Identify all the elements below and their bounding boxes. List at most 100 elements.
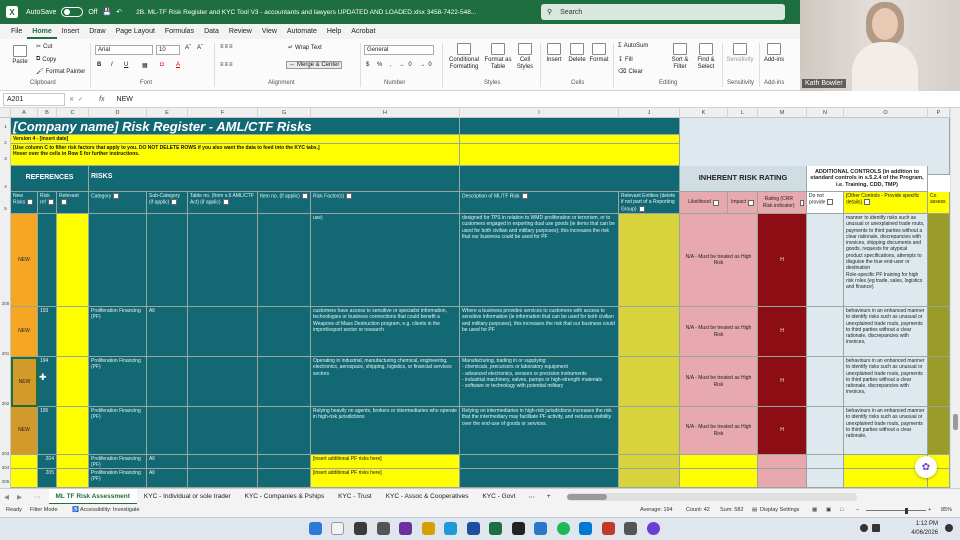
other-controls-cell[interactable]: behaviours in an enhanced manner to iden… xyxy=(844,407,928,455)
tab-view[interactable]: View xyxy=(257,24,282,39)
column-header[interactable]: G xyxy=(258,108,311,118)
relevant-cell[interactable] xyxy=(57,407,89,455)
scrollbar-thumb[interactable] xyxy=(953,414,958,430)
column-header[interactable]: L xyxy=(728,108,758,118)
borders-icon[interactable]: ▦ xyxy=(142,62,148,69)
edge-icon[interactable] xyxy=(444,522,457,535)
zoom-level[interactable]: 85% xyxy=(941,507,952,513)
category-cell[interactable] xyxy=(89,214,147,307)
column-header[interactable]: A xyxy=(11,108,38,118)
column-header[interactable]: I xyxy=(460,108,619,118)
inherent-rating-cell[interactable]: N/A - Must be treated as High Risk xyxy=(680,214,758,307)
tab-formulas[interactable]: Formulas xyxy=(160,24,199,39)
item-no-cell[interactable] xyxy=(258,357,311,407)
cancel-icon[interactable]: ✕ xyxy=(69,96,74,103)
select-all-corner[interactable] xyxy=(0,108,11,118)
column-header[interactable]: D xyxy=(89,108,147,118)
widgets-icon[interactable] xyxy=(377,522,390,535)
conditional-formatting-button[interactable]: Conditional Formatting xyxy=(446,43,482,71)
description-cell[interactable]: Where a business provides services to cu… xyxy=(460,307,619,357)
relevant-entities-cell[interactable] xyxy=(619,469,680,488)
col-header-risk-ref[interactable]: Risk ref xyxy=(38,192,57,214)
rating-cell[interactable] xyxy=(758,455,807,469)
col-header-likelihood[interactable]: Likelihood xyxy=(680,192,728,214)
rating-cell[interactable] xyxy=(758,469,807,488)
filter-dropdown-icon[interactable] xyxy=(27,199,34,206)
horizontal-scrollbar[interactable] xyxy=(566,492,857,501)
category-cell[interactable]: Proliferation Financing (PF) xyxy=(89,469,147,488)
sensitivity-button[interactable]: Sensitivity xyxy=(726,43,754,64)
new-flag[interactable] xyxy=(11,469,38,488)
col-header-new-risks[interactable]: New Risks xyxy=(11,192,38,214)
zoom-app-icon[interactable] xyxy=(647,522,660,535)
font-size-select[interactable]: 10 xyxy=(156,45,180,55)
currency-icon[interactable]: $ % , ←0 →0 xyxy=(366,62,435,68)
column-header[interactable]: E xyxy=(147,108,188,118)
relevant-cell[interactable] xyxy=(57,214,89,307)
sub-category-cell[interactable] xyxy=(147,357,188,407)
risk-factor-cell[interactable]: Relying heavily on agents, brokers or in… xyxy=(311,407,460,455)
filter-dropdown-icon[interactable] xyxy=(61,199,67,206)
number-format-select[interactable]: General xyxy=(364,45,434,55)
zoom-in-icon[interactable]: + xyxy=(928,507,931,513)
new-flag-selected[interactable]: NEW xyxy=(11,357,38,407)
font-color-button[interactable]: A xyxy=(176,62,180,68)
cell-styles-button[interactable]: Cell Styles xyxy=(514,43,536,71)
description-cell[interactable]: designed for TPS in relation to WMD prol… xyxy=(460,214,619,307)
col-header-risk-factors[interactable]: Risk Factor(s) xyxy=(311,192,460,214)
filter-dropdown-icon[interactable] xyxy=(712,199,719,206)
col-header-rating[interactable]: Rating (CRR Risk indicator) xyxy=(758,192,807,214)
inherent-rating-cell[interactable]: N/A - Must be treated as High Risk xyxy=(680,407,758,455)
merge-center-button[interactable]: ⇔ Merge & Center xyxy=(286,61,343,69)
risk-factor-cell[interactable]: [insert additional PF risks here] xyxy=(311,455,460,469)
insert-cells-button[interactable]: Insert xyxy=(544,43,564,64)
tab-data[interactable]: Data xyxy=(199,24,224,39)
filter-dropdown-icon[interactable] xyxy=(222,199,229,206)
cut-button[interactable]: ✂ Cut xyxy=(36,43,52,51)
filter-dropdown-icon[interactable] xyxy=(799,199,804,206)
column-header[interactable]: B xyxy=(38,108,57,118)
row-header[interactable]: 202 xyxy=(0,401,11,406)
description-cell[interactable]: Relying on intermediaries in high-risk j… xyxy=(460,407,619,455)
row-header[interactable]: 3 xyxy=(0,156,11,161)
status-accessibility[interactable]: Accessibility: Investigate xyxy=(80,507,140,513)
align-left-icon[interactable]: ≡≡≡ xyxy=(220,62,234,68)
rating-cell[interactable]: H xyxy=(758,214,807,307)
scrollbar-thumb[interactable] xyxy=(566,493,607,500)
co-assess-cell[interactable] xyxy=(928,307,950,357)
column-header[interactable]: O xyxy=(844,108,928,118)
risk-ref[interactable]: 195 xyxy=(38,407,57,455)
do-not-provide-cell[interactable] xyxy=(807,407,844,455)
item-no-cell[interactable] xyxy=(258,469,311,488)
table-no-cell[interactable] xyxy=(188,357,258,407)
fill-color-icon[interactable]: ◘ xyxy=(160,62,164,68)
description-cell[interactable]: Manufacturing, trading in or supplying: … xyxy=(460,357,619,407)
align-top-icon[interactable]: ≡≡≡ xyxy=(220,44,234,50)
new-flag[interactable] xyxy=(11,455,38,469)
row-header[interactable]: 201 xyxy=(0,351,11,356)
store-icon[interactable] xyxy=(579,522,592,535)
fill-button[interactable]: ↧ Fill xyxy=(618,56,633,64)
tab-automate[interactable]: Automate xyxy=(282,24,322,39)
tab-review[interactable]: Review xyxy=(224,24,257,39)
name-box[interactable]: A201 xyxy=(3,92,65,106)
filter-dropdown-icon[interactable] xyxy=(748,199,754,206)
filter-dropdown-icon[interactable] xyxy=(47,199,54,206)
add-ins-button[interactable]: Add-ins xyxy=(762,43,786,64)
teams-icon[interactable] xyxy=(399,522,412,535)
risk-factor-cell[interactable]: [insert additional PF risks here] xyxy=(311,469,460,488)
format-cells-button[interactable]: Format xyxy=(589,43,609,64)
item-no-cell[interactable] xyxy=(258,214,311,307)
autosum-button[interactable]: Σ AutoSum xyxy=(618,43,648,49)
windows-start-icon[interactable] xyxy=(309,522,322,535)
col-header-do-not-provide[interactable]: Do not provide xyxy=(807,192,844,214)
col-header-relevant[interactable]: Relevant xyxy=(57,192,89,214)
column-header[interactable]: N xyxy=(807,108,844,118)
autosave-toggle[interactable] xyxy=(61,7,84,17)
clear-button[interactable]: ⌫ Clear xyxy=(618,68,643,76)
sheet-tab-risk-assessment[interactable]: ML TF Risk Assessment xyxy=(48,488,137,505)
category-cell[interactable]: Proliferation Financing (PF) xyxy=(89,455,147,469)
filter-dropdown-icon[interactable] xyxy=(301,193,308,199)
format-as-table-button[interactable]: Format as Table xyxy=(484,43,512,71)
zoom-slider[interactable] xyxy=(866,510,926,511)
